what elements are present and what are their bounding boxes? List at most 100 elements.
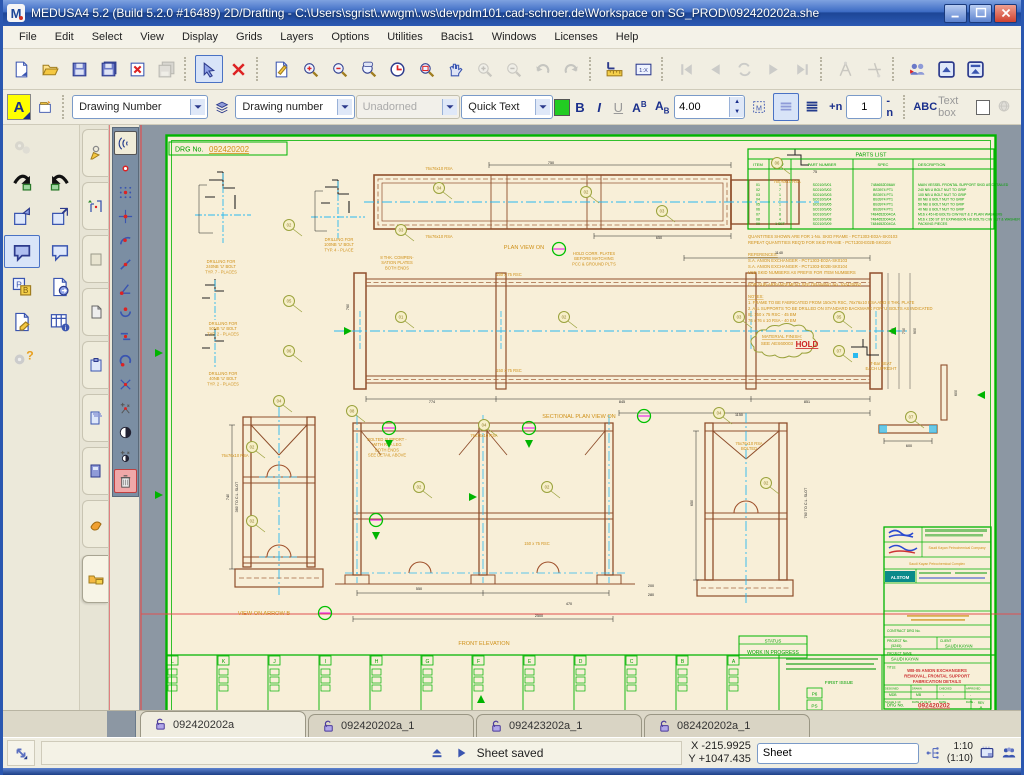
bold-button[interactable]: B (571, 100, 589, 115)
checkout-button[interactable] (42, 165, 78, 198)
point-relative-button[interactable] (115, 445, 136, 467)
point-tangent-button[interactable] (115, 301, 136, 323)
menu-options[interactable]: Options (323, 28, 377, 46)
hierarchy-icon[interactable] (925, 745, 941, 761)
pdm-help-button[interactable]: ? (4, 340, 40, 373)
zoom-named-button[interactable] (354, 55, 382, 83)
menu-select[interactable]: Select (84, 28, 131, 46)
save-sheet-as-button[interactable] (94, 55, 122, 83)
point-reference-button[interactable] (115, 205, 136, 227)
increment-label[interactable]: +n (826, 101, 845, 113)
point-origin-button[interactable] (115, 421, 136, 443)
point-free-button[interactable] (115, 157, 136, 179)
checkin-auto-button[interactable] (4, 235, 40, 268)
collapse-toolbar-button[interactable] (932, 55, 960, 83)
point-grid-button[interactable] (115, 181, 136, 203)
tab-views[interactable] (82, 447, 108, 495)
text-type-select[interactable]: Drawing number (235, 95, 354, 119)
view-sheet-button[interactable] (267, 55, 295, 83)
checkout-auto-button[interactable] (42, 235, 78, 268)
text-size-input[interactable] (675, 101, 729, 113)
point-perpendicular-button[interactable] (115, 277, 136, 299)
select-tool-button[interactable] (195, 55, 223, 83)
point-delete-button[interactable] (114, 469, 137, 493)
pdm-browser-button[interactable]: PB (4, 270, 40, 303)
open-sheet-button[interactable] (36, 55, 64, 83)
point-on-line-button[interactable] (115, 253, 136, 275)
sheet-tab-082420202a_1[interactable]: 082420202a_1 (644, 714, 810, 737)
superscript-button[interactable]: AB (628, 100, 650, 115)
zoom-in-button[interactable] (296, 55, 324, 83)
text-size-spinner[interactable]: ▲▼ (674, 95, 745, 119)
subscript-button[interactable]: AB (651, 99, 673, 115)
pan-button[interactable] (441, 55, 469, 83)
resize-arrow-icon[interactable] (7, 740, 35, 766)
sheet-properties-button[interactable] (4, 305, 40, 338)
new-sheet-button[interactable] (7, 55, 35, 83)
spellcheck-button[interactable]: ABC (913, 101, 937, 113)
sheet-transfer-button[interactable] (42, 270, 78, 303)
point-parallel-button[interactable] (115, 325, 136, 347)
align-multi-button[interactable] (800, 93, 826, 121)
tab-sheet[interactable] (82, 288, 108, 336)
set-scale-button[interactable]: 1:X (629, 55, 657, 83)
menu-layers[interactable]: Layers (272, 28, 321, 46)
title-bar[interactable]: M MEDUSA4 5.2 (Build 5.2.0 #16489) 2D/Dr… (3, 0, 1021, 26)
new-sheet-from-button[interactable] (42, 200, 78, 233)
menu-bacis1[interactable]: Bacis1 (433, 28, 482, 46)
text-properties-button[interactable] (32, 93, 58, 121)
sheet-tab-092420202a[interactable]: 092420202a (140, 711, 306, 737)
menu-edit[interactable]: Edit (47, 28, 82, 46)
tab-grab[interactable] (82, 500, 108, 548)
italic-button[interactable]: I (590, 100, 608, 115)
cancel-action-button[interactable] (224, 55, 252, 83)
tab-clipboard[interactable] (82, 341, 108, 389)
eject-icon[interactable] (429, 745, 445, 761)
user-manager-button[interactable] (903, 55, 931, 83)
text-mode-select[interactable]: Quick Text (461, 95, 553, 119)
point-scan-button[interactable] (114, 131, 137, 155)
zoom-out-button[interactable] (325, 55, 353, 83)
measure-button[interactable] (600, 55, 628, 83)
close-button[interactable] (994, 4, 1017, 23)
minimize-button[interactable] (944, 4, 967, 23)
menu-licenses[interactable]: Licenses (546, 28, 605, 46)
menu-help[interactable]: Help (608, 28, 647, 46)
users-icon[interactable] (1001, 745, 1017, 761)
point-intersection-button[interactable] (115, 373, 136, 395)
decrement-label[interactable]: -n (883, 95, 898, 119)
collapse-all-toolbars-button[interactable] (961, 55, 989, 83)
delete-sheet-button[interactable] (123, 55, 151, 83)
zoom-extents-button[interactable] (412, 55, 440, 83)
line-number-input[interactable] (846, 95, 882, 119)
tab-auto[interactable] (82, 235, 108, 283)
tab-sheets[interactable] (82, 394, 108, 442)
save-sheet-button[interactable] (65, 55, 93, 83)
point-on-arc-button[interactable] (115, 229, 136, 251)
monitor-icon[interactable] (979, 745, 995, 761)
tab-files[interactable] (82, 555, 108, 603)
menu-utilities[interactable]: Utilities (379, 28, 430, 46)
menu-windows[interactable]: Windows (484, 28, 545, 46)
align-single-button[interactable] (773, 93, 799, 121)
menu-grids[interactable]: Grids (228, 28, 270, 46)
text-box-checkbox[interactable] (976, 100, 990, 115)
tab-dimensioning[interactable] (82, 182, 108, 230)
text-color-swatch[interactable] (554, 99, 570, 116)
sheet-tab-092423202a_1[interactable]: 092423202a_1 (476, 714, 642, 737)
layers-button[interactable] (209, 93, 235, 121)
checkin-button[interactable] (4, 165, 40, 198)
text-tool-button[interactable]: A (7, 94, 31, 120)
spin-down-icon[interactable]: ▼ (730, 107, 744, 117)
zoom-previous-button[interactable] (383, 55, 411, 83)
mode-input[interactable] (757, 743, 919, 764)
sheet-tab-092420202a_1[interactable]: 092420202a_1 (308, 714, 474, 737)
menu-display[interactable]: Display (174, 28, 226, 46)
play-icon[interactable] (453, 745, 469, 761)
maximize-button[interactable] (969, 4, 992, 23)
menu-file[interactable]: File (11, 28, 45, 46)
new-sheet-version-button[interactable] (4, 200, 40, 233)
tab-draft-settings[interactable] (82, 129, 108, 177)
point-coordinate-button[interactable] (115, 397, 136, 419)
point-radius-button[interactable] (115, 349, 136, 371)
